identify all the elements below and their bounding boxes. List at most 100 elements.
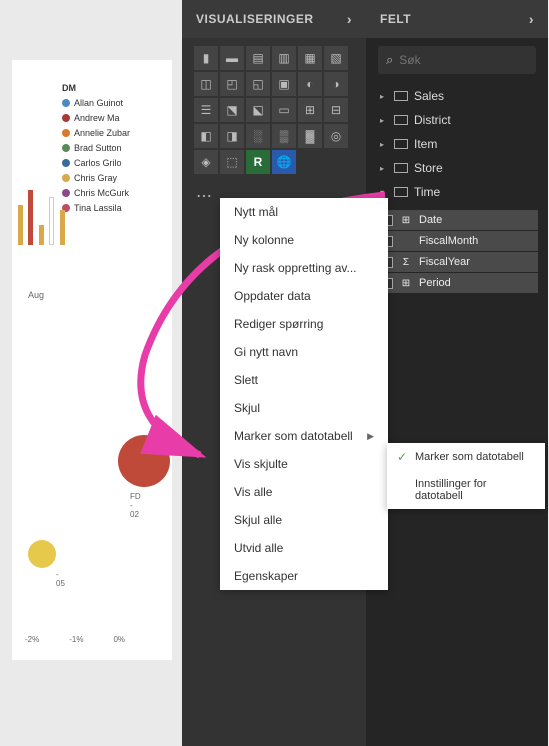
table-label: Sales [414, 89, 444, 103]
field-label: Period [419, 277, 451, 289]
table-time[interactable]: ▾Time [378, 180, 536, 204]
viz-type-icon[interactable]: ◰ [220, 72, 244, 96]
viz-type-icon[interactable]: ▮ [194, 46, 218, 70]
bubble-yellow [28, 540, 56, 568]
viz-globe-icon[interactable]: 🌐 [272, 150, 296, 174]
viz-type-icon[interactable]: ◱ [246, 72, 270, 96]
ctx-item[interactable]: Rediger spørring [220, 310, 388, 338]
table-icon [394, 163, 408, 173]
legend-item[interactable]: Carlos Grilo [62, 158, 130, 168]
legend-item[interactable]: Chris McGurk [62, 188, 130, 198]
viz-type-icon[interactable]: ▭ [272, 98, 296, 122]
field-period[interactable]: ⊞ Period [376, 273, 538, 293]
legend-label: Tina Lassila [74, 203, 122, 213]
fields-panel-header[interactable]: FELT › [366, 0, 548, 38]
submenu-arrow-icon: ▶ [367, 431, 374, 442]
chevron-right-icon[interactable]: › [529, 11, 534, 27]
ctx-item[interactable]: Utvid alle [220, 534, 388, 562]
ctx-item[interactable]: Skjul alle [220, 506, 388, 534]
viz-type-icon[interactable]: ▦ [298, 46, 322, 70]
legend-item[interactable]: Chris Gray [62, 173, 130, 183]
table-sales[interactable]: ▸ Sales [378, 84, 536, 108]
fields-panel: FELT › ⌕ ▸ Sales ▸District▸Item▸Store▾Time… [366, 0, 548, 746]
viz-type-icon[interactable]: ▥ [272, 46, 296, 70]
field-fiscalmonth[interactable]: FiscalMonth [376, 231, 538, 251]
viz-type-icon[interactable]: ▬ [220, 46, 244, 70]
field-label: FiscalYear [419, 256, 470, 268]
submenu-settings[interactable]: Innstillinger for datotabell [387, 471, 545, 509]
table-icon [394, 187, 408, 197]
viz-type-icon[interactable]: ▧ [324, 46, 348, 70]
table-store[interactable]: ▸Store [378, 156, 536, 180]
viz-type-icon[interactable]: ◎ [324, 124, 348, 148]
expand-icon[interactable]: ▾ [380, 188, 388, 197]
expand-icon[interactable]: ▸ [380, 92, 388, 101]
ctx-label: Egenskaper [234, 569, 298, 583]
legend-item[interactable]: Allan Guinot [62, 98, 130, 108]
search-input[interactable] [399, 53, 549, 67]
viz-type-icon[interactable]: ◨ [220, 124, 244, 148]
ctx-item[interactable]: Ny rask oppretting av... [220, 254, 388, 282]
expand-icon[interactable]: ▸ [380, 116, 388, 125]
expand-icon[interactable]: ▸ [380, 140, 388, 149]
viz-type-icon[interactable]: ▣ [272, 72, 296, 96]
viz-r-icon[interactable]: R [246, 150, 270, 174]
table-icon [394, 91, 408, 101]
legend-label: Andrew Ma [74, 113, 120, 123]
viz-type-icon[interactable]: ⊞ [298, 98, 322, 122]
ctx-item[interactable]: Vis alle [220, 478, 388, 506]
expand-icon[interactable]: ▸ [380, 164, 388, 173]
viz-type-icon[interactable]: ⬚ [220, 150, 244, 174]
legend-dot [62, 129, 70, 137]
viz-type-icon[interactable]: ◫ [194, 72, 218, 96]
ctx-item[interactable]: Slett [220, 366, 388, 394]
ctx-label: Rediger spørring [234, 317, 323, 331]
ctx-label: Vis alle [234, 485, 272, 499]
viz-type-icon[interactable]: ░ [246, 124, 270, 148]
ctx-item[interactable]: Oppdater data [220, 282, 388, 310]
viz-type-icon[interactable]: ▤ [246, 46, 270, 70]
field-date[interactable]: ⊞Date [376, 210, 538, 230]
viz-type-icon[interactable]: ☰ [194, 98, 218, 122]
ctx-item[interactable]: Egenskaper [220, 562, 388, 590]
field-fiscalyear[interactable]: Σ FiscalYear [376, 252, 538, 272]
ctx-item[interactable]: Vis skjulte [220, 450, 388, 478]
legend-item[interactable]: Annelie Zubar [62, 128, 130, 138]
ctx-label: Skjul alle [234, 513, 282, 527]
viz-type-icon[interactable]: ⬔ [220, 98, 244, 122]
viz-gallery: ▮▬▤▥▦▧ ◫◰◱▣◐◑ ☰⬔⬕▭⊞⊟ ◧◨░▒▓◎ ◈⬚R🌐 [182, 38, 366, 182]
legend-label: Carlos Grilo [74, 158, 122, 168]
legend-label: Annelie Zubar [74, 128, 130, 138]
viz-type-icon[interactable]: ◈ [194, 150, 218, 174]
viz-type-icon[interactable]: ▓ [298, 124, 322, 148]
field-type-icon: Σ [399, 257, 413, 268]
ctx-item[interactable]: Skjul [220, 394, 388, 422]
viz-panel-header[interactable]: VISUALISERINGER › [182, 0, 366, 38]
table-district[interactable]: ▸District [378, 108, 536, 132]
legend-item[interactable]: Brad Sutton [62, 143, 130, 153]
ctx-item[interactable]: Marker som datotabell▶ [220, 422, 388, 450]
viz-type-icon[interactable]: ◐ [298, 72, 322, 96]
table-item[interactable]: ▸Item [378, 132, 536, 156]
viz-type-icon[interactable]: ⬕ [246, 98, 270, 122]
viz-type-icon[interactable]: ◧ [194, 124, 218, 148]
submenu-mark[interactable]: ✓ Marker som datotabell [387, 443, 545, 471]
legend-item[interactable]: Tina Lassila [62, 203, 130, 213]
x-axis-ticks: -2% -1% 0% [25, 635, 125, 644]
ctx-item[interactable]: Ny kolonne [220, 226, 388, 254]
viz-type-icon[interactable]: ⊟ [324, 98, 348, 122]
tick: -2% [25, 635, 39, 644]
field-type-icon: ⊞ [399, 278, 413, 289]
search-box[interactable]: ⌕ [378, 46, 536, 74]
fields-panel-title: FELT [380, 12, 411, 26]
legend-item[interactable]: Andrew Ma [62, 113, 130, 123]
ctx-label: Ny kolonne [234, 233, 294, 247]
viz-type-icon[interactable]: ▒ [272, 124, 296, 148]
ctx-label: Slett [234, 373, 258, 387]
legend-label: Chris Gray [74, 173, 117, 183]
viz-type-icon[interactable]: ◑ [324, 72, 348, 96]
ctx-item[interactable]: Nytt mål [220, 198, 388, 226]
context-menu: Nytt mål Ny kolonne Ny rask oppretting av.… [220, 198, 388, 590]
ctx-item[interactable]: Gi nytt navn [220, 338, 388, 366]
chevron-right-icon[interactable]: › [347, 11, 352, 27]
